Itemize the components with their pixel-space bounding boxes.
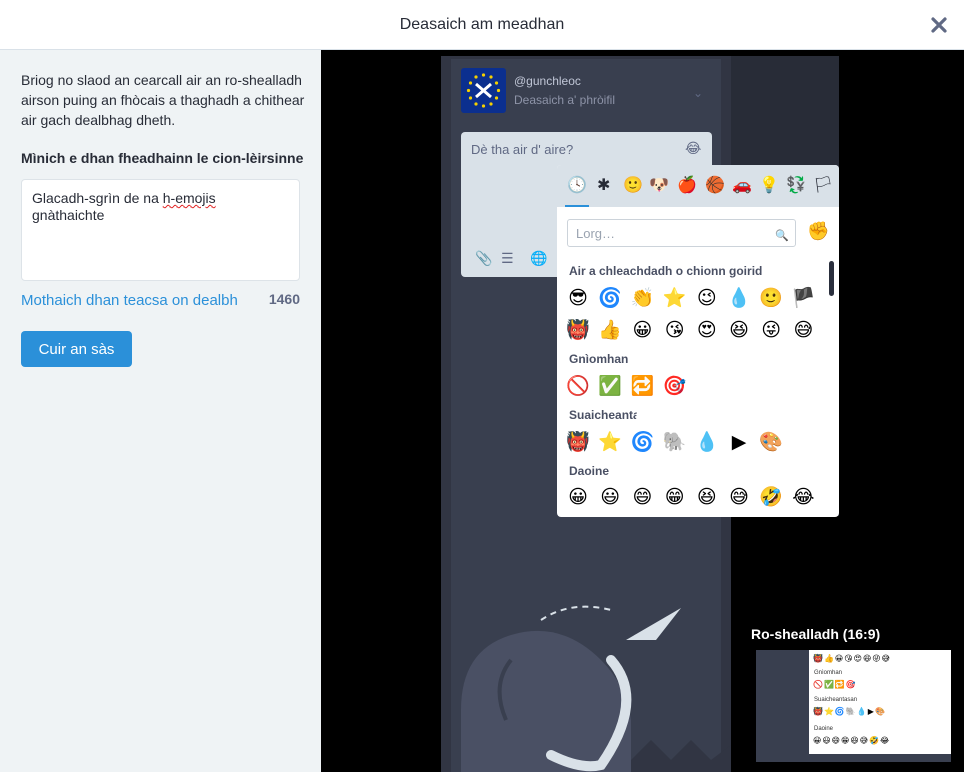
preview-label: Ro-shealladh (16:9) bbox=[751, 626, 881, 642]
close-icon[interactable] bbox=[928, 12, 950, 36]
chevron-down-icon: ⌄ bbox=[693, 86, 704, 100]
emoji-recent-row2-0: 👹 bbox=[566, 320, 590, 341]
emoji-recent-row1-4: 😉 bbox=[696, 288, 717, 309]
emoji-people-row-2: 😄 bbox=[632, 487, 653, 508]
thumb-row-actions: 🚫✅🔁🎯 bbox=[813, 680, 857, 689]
emoji-people-row-4: 😆 bbox=[696, 487, 717, 508]
character-counter: 1460 bbox=[268, 291, 300, 307]
emoji-recent-row2-1: 👍 bbox=[598, 320, 623, 341]
emoji-people-row-0: 😀 bbox=[568, 487, 588, 508]
screenshot-username: @gunchleoc bbox=[514, 74, 581, 88]
emoji-recent-row2-2: 😀 bbox=[632, 320, 653, 341]
emoji-people-row-1: 😃 bbox=[600, 487, 621, 508]
food-category-icon: 🍎 bbox=[677, 177, 697, 194]
emoji-recent-row1-3: ⭐ bbox=[662, 288, 687, 309]
travel-category-icon: 🚗 bbox=[732, 177, 752, 194]
skin-tone-icon: ✊ bbox=[807, 221, 830, 241]
emoji-people-row-3: 😁 bbox=[664, 487, 685, 508]
emoji-badges-row-3: 🐘 bbox=[662, 432, 687, 453]
emoji-badges-row-4: 💧 bbox=[694, 432, 719, 453]
emoji-actions-row-3: 🎯 bbox=[662, 376, 687, 397]
section-actions: Gnìomhan bbox=[569, 352, 629, 366]
alt-text-label: Mìnich e dhan fheadhainn le cion-lèirsin… bbox=[21, 150, 304, 166]
emoji-badges-row-1: ⭐ bbox=[598, 432, 623, 453]
emoji-recent-row2-6: 😜 bbox=[761, 320, 782, 341]
alt-text-suffix: gnàthaichte bbox=[32, 207, 105, 223]
activities-category-icon: 🏀 bbox=[705, 177, 725, 194]
attach-icon: 📎 bbox=[475, 250, 493, 266]
alt-text-misspelled-word: h-emojis bbox=[162, 190, 216, 206]
emoji-recent-row1-6: 🙂 bbox=[759, 288, 784, 309]
objects-category-icon: 💡 bbox=[759, 177, 779, 194]
recent-category-icon: 🕓 bbox=[567, 177, 587, 194]
smileys-category-icon: 🙂 bbox=[623, 177, 643, 194]
avatar bbox=[461, 68, 506, 113]
dialog-title: Deasaich am meadhan bbox=[399, 16, 565, 33]
emoji-people-row-7: 😂 bbox=[792, 487, 815, 508]
picker-scrollbar bbox=[829, 261, 834, 296]
thumb-section-badges: Suaicheantasan bbox=[814, 697, 858, 703]
section-people: Daoine bbox=[569, 464, 610, 478]
symbols-category-icon: 💱 bbox=[786, 177, 806, 194]
emoji-actions-row-0: 🚫 bbox=[566, 376, 590, 397]
animals-category-icon: 🐶 bbox=[649, 177, 669, 194]
emoji-recent-row2-3: 😘 bbox=[664, 320, 685, 341]
emoji-people-row-6: 🤣 bbox=[759, 487, 784, 508]
emoji-badges-row-0: 👹 bbox=[566, 432, 590, 453]
emoji-recent-row1-2: 👏 bbox=[630, 288, 655, 309]
emoji-recent-row2-4: 😍 bbox=[696, 320, 717, 341]
edit-sidebar: Briog no slaod an cearcall air an ro-she… bbox=[0, 50, 321, 772]
emoji-badges-row-6: 🎨 bbox=[759, 432, 784, 453]
alt-text-prefix: Glacadh-sgrìn de na bbox=[32, 190, 163, 206]
emoji-recent-row2-7: 😅 bbox=[793, 320, 814, 341]
apply-button[interactable]: Cuir an sàs bbox=[21, 331, 132, 367]
emoji-recent-row1-5: 💧 bbox=[727, 288, 751, 309]
alt-text-input[interactable]: Glacadh-sgrìn de na h-emojis gnàthaichte bbox=[21, 179, 300, 281]
emoji-actions-row-1: ✅ bbox=[598, 376, 623, 397]
thumb-row-badges: 👹⭐🌀🐘💧▶🎨 bbox=[813, 707, 886, 716]
emoji-recent-row1-1: 🌀 bbox=[598, 288, 623, 309]
emoji-recent-row1-0: 😎 bbox=[568, 288, 588, 309]
emoji-search: Lorg… bbox=[567, 219, 796, 247]
screenshot-compose-placeholder: Dè tha air d' aire? bbox=[471, 142, 574, 157]
focus-instructions: Briog no slaod an cearcall air an ro-she… bbox=[21, 72, 305, 128]
poll-icon: ☰ bbox=[501, 250, 514, 266]
section-recent: Air a chleachdadh o chionn goirid bbox=[569, 264, 763, 278]
custom-category-icon: ✱ bbox=[597, 177, 611, 194]
search-icon: 🔍 bbox=[775, 230, 789, 242]
screenshot-edit-profile: Deasaich a' phròifil bbox=[514, 93, 616, 107]
thumb-section-actions: Gnìomhan bbox=[814, 670, 843, 676]
emoji-recent-row2-5: 😆 bbox=[729, 320, 749, 341]
emoji-badges-row-2: 🌀 bbox=[630, 432, 655, 453]
thumbnail-preview: 👹👍😀😘😍😆😜😅 Gnìomhan 🚫✅🔁🎯 Suaicheantasan 👹⭐… bbox=[756, 650, 951, 762]
dialog-header: Deasaich am meadhan bbox=[0, 0, 964, 50]
emoji-people-row-5: 😅 bbox=[729, 487, 749, 508]
mascot-illustration bbox=[461, 605, 731, 772]
emoji-recent-row1-7: 🏴 bbox=[791, 288, 816, 309]
emoji-badges-row-5: ▶ bbox=[731, 432, 747, 453]
selected-category-indicator bbox=[565, 205, 589, 207]
emoji-category-bar: 🕓 ✱ 🙂 🐶 🍎 🏀 🚗 💡 💱 🏳 bbox=[557, 165, 839, 207]
flags-category-icon: 🏳 bbox=[813, 177, 834, 194]
thumbnail-picker-crop: 👹👍😀😘😍😆😜😅 Gnìomhan 🚫✅🔁🎯 Suaicheantasan 👹⭐… bbox=[809, 650, 951, 754]
thumb-row-recent: 👹👍😀😘😍😆😜😅 bbox=[813, 654, 891, 663]
globe-icon: 🌐 bbox=[530, 250, 548, 266]
emoji-button-icon: 😂 bbox=[685, 140, 702, 156]
thumb-section-people: Daoine bbox=[814, 726, 834, 732]
emoji-actions-row-2: 🔁 bbox=[630, 376, 655, 397]
thumb-row-people: 😀😃😄😁😆😅🤣😂 bbox=[813, 736, 891, 745]
detect-text-link[interactable]: Mothaich dhan teacsa on dealbh bbox=[21, 292, 238, 309]
media-preview-area[interactable]: @gunchleoc Deasaich a' phròifil ⌄ Dè tha… bbox=[321, 50, 964, 772]
